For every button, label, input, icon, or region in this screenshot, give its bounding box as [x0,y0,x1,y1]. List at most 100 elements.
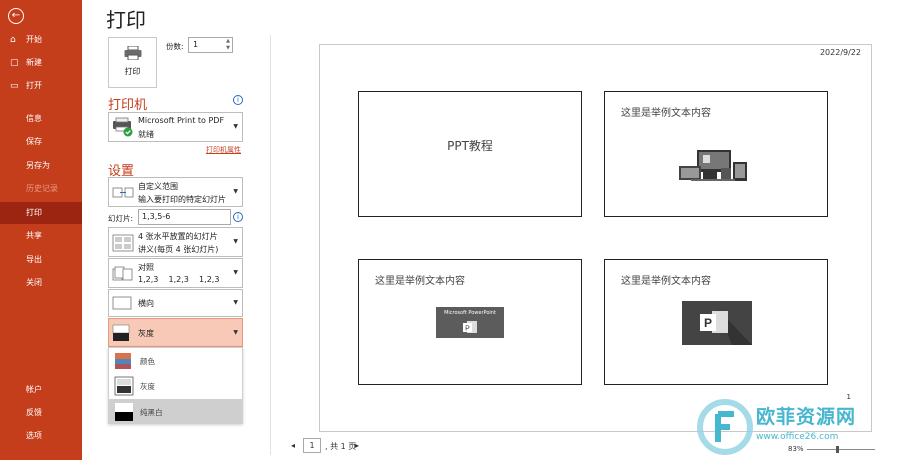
nav-export[interactable]: 导出 [0,249,82,271]
nav-history: 历史记录 [0,178,82,200]
slides-input[interactable]: 1,3,5-6 [138,209,231,225]
preview-date: 2022/9/22 [819,48,861,57]
grayscale-icon [114,376,134,396]
new-file-icon: ▢ [10,58,19,68]
print-button[interactable]: 打印 [108,37,157,88]
printer-dropdown[interactable]: Microsoft Print to PDF 就绪 ▼ [108,112,243,142]
powerpoint-logo-icon: P [463,321,477,333]
color-icon [115,353,131,369]
collate-desc: 1,2,3 1,2,3 1,2,3 [138,275,220,284]
slide-text: 这里是举例文本内容 [621,276,711,287]
four-slides-icon [112,234,134,252]
powerpoint-logo-icon: P [682,301,752,345]
preview-slide-1: PPT教程 [358,91,582,217]
nav-home[interactable]: ⌂ 开始 [0,29,82,51]
preview-slide-3: 这里是举例文本内容 Microsoft PowerPoint P [358,259,582,385]
nav-share[interactable]: 共享 [0,225,82,247]
chevron-down-icon: ▼ [233,123,238,130]
slides-label: 幻灯片: [108,214,134,223]
pane-divider [270,35,271,455]
copies-label: 份数: [166,42,184,51]
custom-range-icon [112,187,134,198]
color-option-color[interactable]: 颜色 [109,348,242,373]
collate-icon [112,266,133,281]
backstage-sidebar: ← ⌂ 开始 ▢ 新建 ▭ 打开 信息 保存 另存为 历史记录 打印 共享 导出… [0,0,82,460]
pdf-printer-icon [113,117,133,137]
color-value: 灰度 [138,329,154,338]
grayscale-icon [112,324,130,341]
print-range-dropdown[interactable]: 自定义范围 输入要打印的特定幻灯片 ▼ [108,177,243,207]
nav-account[interactable]: 帐户 [0,379,82,401]
nav-share-label: 共享 [26,231,42,240]
nav-print-label: 打印 [26,208,42,217]
orientation-value: 横向 [138,299,154,308]
total-pages: , 共 1 页 [325,442,357,451]
printer-icon [124,46,142,60]
nav-feedback-label: 反馈 [26,408,42,417]
svg-text:P: P [465,326,470,333]
nav-feedback[interactable]: 反馈 [0,402,82,424]
page-title: 打印 [106,8,146,32]
prev-page-icon[interactable]: ◂ [291,441,295,450]
print-preview-page: 2022/9/22 PPT教程 这里是举例文本内容 这里是举例文本内容 Micr… [319,44,872,432]
nav-save[interactable]: 保存 [0,131,82,153]
nav-close[interactable]: 关闭 [0,272,82,294]
nav-open[interactable]: ▭ 打开 [0,75,82,97]
layout-dropdown[interactable]: 4 张水平放置的幻灯片 讲义(每页 4 张幻灯片) ▼ [108,227,243,257]
chevron-down-icon: ▼ [233,269,238,276]
slide-text: 这里是举例文本内容 [621,108,711,119]
back-arrow-icon[interactable]: ← [8,8,24,24]
color-option-grayscale[interactable]: 灰度 [109,373,242,398]
nav-options-label: 选项 [26,431,42,440]
printer-properties-link[interactable]: 打印机属性 [206,145,241,155]
color-option-label: 纯黑白 [140,408,163,417]
preview-slide-4: 这里是举例文本内容 P [604,259,828,385]
chevron-down-icon: ▼ [233,238,238,245]
slide-text: 这里是举例文本内容 [375,276,465,287]
collate-dropdown[interactable]: 对照 1,2,3 1,2,3 1,2,3 ▼ [108,258,243,288]
collate-title: 对照 [138,263,154,272]
orientation-dropdown[interactable]: 横向 ▼ [108,289,243,317]
stepper-arrows-icon[interactable]: ▲ ▼ [226,38,230,52]
next-page-icon[interactable]: ▸ [355,441,359,450]
nav-save-as-label: 另存为 [26,161,50,170]
printer-name: Microsoft Print to PDF [138,116,225,125]
layout-title: 4 张水平放置的幻灯片 [138,232,218,241]
nav-account-label: 帐户 [26,385,42,394]
info-icon[interactable]: i [233,212,243,222]
info-icon[interactable]: i [233,95,243,105]
nav-open-label: 打开 [26,81,42,90]
nav-info[interactable]: 信息 [0,108,82,130]
preview-slide-2: 这里是举例文本内容 [604,91,828,217]
color-option-label: 灰度 [140,382,155,391]
nav-save-as[interactable]: 另存为 [0,155,82,177]
banner-text: Microsoft PowerPoint [444,310,496,316]
nav-history-label: 历史记录 [26,184,58,193]
nav-new[interactable]: ▢ 新建 [0,52,82,74]
color-option-black-white[interactable]: 纯黑白 [109,399,242,424]
nav-save-label: 保存 [26,137,42,146]
nav-info-label: 信息 [26,114,42,123]
color-option-label: 颜色 [140,357,155,366]
current-page-input[interactable]: 1 [303,438,321,453]
nav-new-label: 新建 [26,58,42,67]
slide-title: PPT教程 [447,139,493,153]
color-dropdown[interactable]: 灰度 ▼ [108,318,243,347]
nav-home-label: 开始 [26,35,42,44]
nav-export-label: 导出 [26,255,42,264]
watermark-url: www.office26.com [756,432,839,442]
chevron-down-icon: ▼ [233,299,238,306]
copies-stepper[interactable]: 1 ▲ ▼ [188,37,233,53]
layout-desc: 讲义(每页 4 张幻灯片) [138,245,219,254]
chevron-down-icon: ▼ [233,328,238,336]
site-watermark: 欧菲资源网 www.office26.com [696,398,896,458]
print-range-desc: 输入要打印的特定幻灯片 [138,195,226,204]
nav-options[interactable]: 选项 [0,425,82,447]
nav-print[interactable]: 打印 [0,202,82,224]
landscape-icon [112,296,132,310]
print-button-label: 打印 [124,67,141,76]
print-range-title: 自定义范围 [138,182,178,191]
home-icon: ⌂ [10,35,16,45]
open-folder-icon: ▭ [10,81,19,91]
copies-value: 1 [193,40,199,49]
